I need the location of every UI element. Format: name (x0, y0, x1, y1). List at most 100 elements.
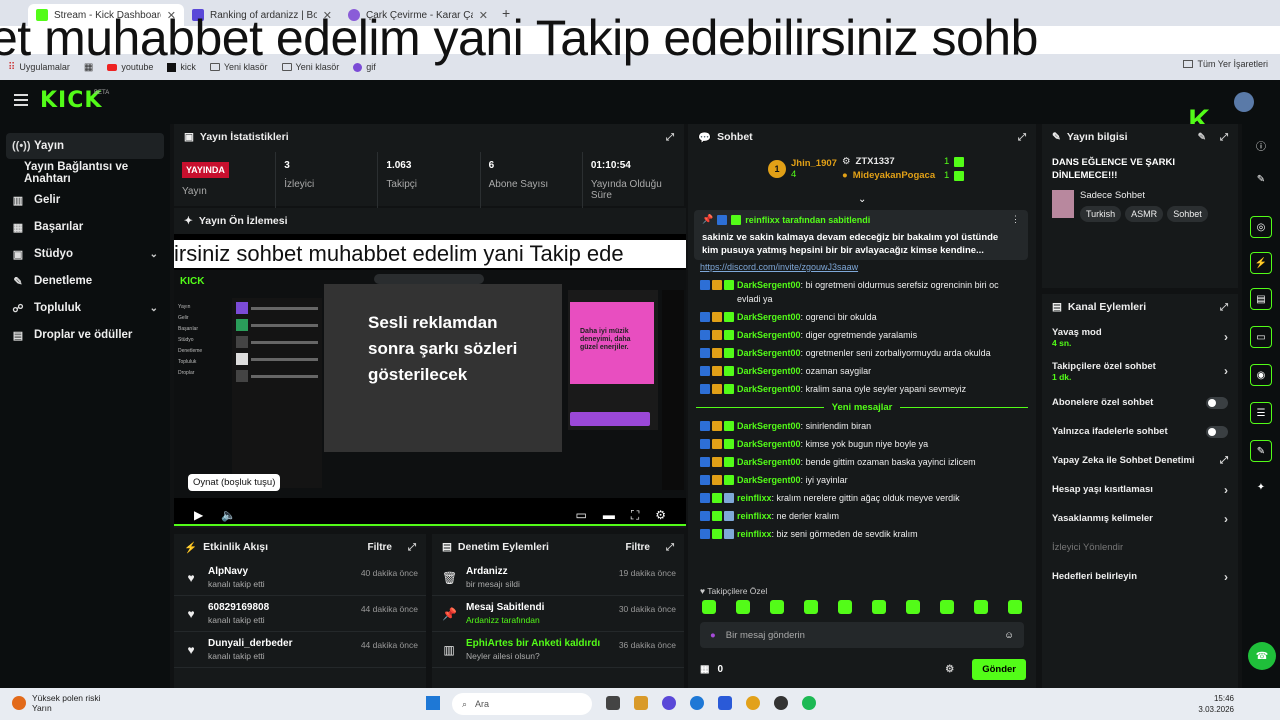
edge-icon[interactable] (690, 696, 704, 710)
filter-button[interactable]: Filtre (626, 542, 650, 553)
emote[interactable] (736, 600, 750, 614)
sidebar-item-revenue[interactable]: ▥ Gelir (6, 187, 164, 213)
support-icon[interactable]: ☎ (1248, 642, 1276, 670)
channel-action[interactable]: İzleyici Yönlendir (1042, 533, 1238, 562)
channel-action[interactable]: Yasaklanmış kelimeler › (1042, 504, 1238, 533)
tag-chip[interactable]: ASMR (1125, 206, 1164, 222)
expand-icon[interactable]: ⤢ (1220, 132, 1228, 143)
edit-icon[interactable]: ✎ (1250, 168, 1272, 190)
emote[interactable] (1008, 600, 1022, 614)
system-clock[interactable]: 15:46 3.03.2026 (1198, 693, 1234, 715)
leaderboard-entry[interactable]: 1 Jhin_1907 4 (768, 158, 837, 180)
emote[interactable] (838, 600, 852, 614)
chat-username[interactable]: DarkSergent00 (737, 366, 801, 376)
broadcast-icon[interactable]: ◉ (1250, 364, 1272, 386)
expand-icon[interactable]: ⤢ (666, 132, 674, 143)
sidebar-item-stream[interactable]: ((•)) Yayın (6, 133, 164, 159)
gear-icon[interactable]: ⚙ (655, 508, 666, 523)
edit-icon[interactable]: ✎ (1198, 132, 1206, 143)
sidebar-item-drops[interactable]: ▤ Droplar ve ödüller (6, 322, 164, 348)
app-icon[interactable] (662, 696, 676, 710)
chat-username[interactable]: reinflixx (737, 493, 772, 503)
tag-chip[interactable]: Turkish (1080, 206, 1122, 222)
filter-button[interactable]: Filtre (368, 542, 392, 553)
channel-action[interactable]: Abonelere özel sohbet (1042, 388, 1238, 417)
menu-icon[interactable] (14, 94, 28, 106)
sidebar-item-community[interactable]: ☍ Topluluk ⌄ (6, 295, 164, 321)
fullscreen-icon[interactable]: ⛶ (631, 508, 639, 523)
obs-icon[interactable] (774, 696, 788, 710)
gear-icon[interactable]: ⚙ (945, 664, 954, 675)
theater-icon[interactable]: ▬ (603, 508, 615, 523)
emoji-icon[interactable]: ☺ (1004, 630, 1014, 641)
emote[interactable] (804, 600, 818, 614)
expand-icon[interactable]: ⤢ (666, 542, 674, 553)
emote[interactable] (872, 600, 886, 614)
leaderboard-entry[interactable]: ⚙ ZTX1337 (842, 156, 895, 167)
chat-username[interactable]: DarkSergent00 (737, 384, 801, 394)
chat-bubble-icon[interactable]: ▭ (1250, 326, 1272, 348)
chat-username[interactable]: DarkSergent00 (737, 421, 801, 431)
play-icon[interactable]: ▶ (194, 508, 203, 522)
chat-username[interactable]: DarkSergent00 (737, 330, 801, 340)
sidebar-item-stream-key[interactable]: Yayın Bağlantısı ve Anahtarı (6, 160, 164, 186)
expand-icon[interactable]: ⤢ (1018, 132, 1026, 143)
emote[interactable] (974, 600, 988, 614)
sidebar-item-moderation[interactable]: ✎ Denetleme (6, 268, 164, 294)
channel-action[interactable]: Yalnızca ifadelerle sohbet (1042, 417, 1238, 446)
toggle-switch[interactable] (1206, 425, 1228, 438)
chat-username[interactable]: reinflixx (737, 529, 772, 539)
sidebar-item-achievements[interactable]: ▦ Başarılar (6, 214, 164, 240)
chat-username[interactable]: DarkSergent00 (737, 457, 801, 467)
leaderboard-entry[interactable]: ● MideyakanPogaca (842, 170, 935, 181)
chat-username[interactable]: DarkSergent00 (737, 280, 801, 290)
video-player[interactable]: irsiniz sohbet muhabbet edelim yani Taki… (174, 234, 686, 526)
progress-bar[interactable] (174, 524, 686, 526)
channel-action[interactable]: Hesap yaşı kısıtlaması › (1042, 475, 1238, 504)
collapse-icon[interactable]: ⌄ (858, 194, 866, 205)
spotify-icon[interactable] (802, 696, 816, 710)
channel-action[interactable]: Yapay Zeka ile Sohbet Denetimi ⤢ (1042, 446, 1238, 475)
info-icon[interactable]: ⓘ (1250, 134, 1272, 156)
chat-username[interactable]: DarkSergent00 (737, 475, 801, 485)
document-icon[interactable]: ▤ (1250, 288, 1272, 310)
emote[interactable] (770, 600, 784, 614)
target-icon[interactable]: ◎ (1250, 216, 1272, 238)
send-button[interactable]: Gönder (972, 658, 1026, 680)
emote[interactable] (940, 600, 954, 614)
avatar[interactable] (1234, 92, 1254, 112)
explorer-icon[interactable] (634, 696, 648, 710)
weather-widget[interactable]: Yüksek polen riski Yarın (12, 693, 101, 713)
list-icon[interactable]: ☰ (1250, 402, 1272, 424)
microphone-icon[interactable]: ● (710, 630, 716, 641)
store-icon[interactable] (718, 696, 732, 710)
chat-username[interactable]: DarkSergent00 (737, 348, 801, 358)
all-bookmarks-button[interactable]: Tüm Yer İşaretleri (1183, 59, 1268, 69)
expand-icon[interactable]: ⤢ (1220, 302, 1228, 313)
chat-link[interactable]: https://discord.com/invite/zgouwJ3saaw (688, 260, 1036, 276)
channel-action[interactable]: Yavaş mod 4 sn. › (1042, 320, 1238, 354)
emote[interactable] (702, 600, 716, 614)
chat-username[interactable]: DarkSergent00 (737, 312, 801, 322)
chat-username[interactable]: reinflixx (737, 511, 772, 521)
volume-icon[interactable]: 🔈 (221, 508, 236, 522)
channel-action[interactable]: Takipçilere özel sohbet 1 dk. › (1042, 354, 1238, 388)
wrench-icon[interactable]: ✎ (1250, 440, 1272, 462)
toggle-switch[interactable] (1206, 396, 1228, 409)
tag-chip[interactable]: Sohbet (1167, 206, 1208, 222)
unpin-icon[interactable]: ⋮ (1011, 214, 1020, 225)
channel-action[interactable]: Hedefleri belirleyin › (1042, 562, 1238, 591)
expand-icon[interactable]: ⤢ (408, 542, 416, 553)
emote[interactable] (906, 600, 920, 614)
sidebar-item-studio[interactable]: ▣ Stüdyo ⌄ (6, 241, 164, 267)
taskbar-search[interactable]: ⌕ Ara (452, 693, 592, 715)
studio-icon: ▣ (12, 248, 24, 261)
pip-icon[interactable]: ▭ (575, 508, 586, 523)
chat-username[interactable]: DarkSergent00 (737, 439, 801, 449)
task-view-icon[interactable] (606, 696, 620, 710)
chat-input[interactable]: ● Bir mesaj gönderin ☺ (700, 622, 1024, 648)
chrome-icon[interactable] (746, 696, 760, 710)
puzzle-icon[interactable]: ✦ (1250, 476, 1272, 498)
lightning-icon[interactable]: ⚡ (1250, 252, 1272, 274)
windows-start-icon[interactable] (426, 696, 440, 710)
